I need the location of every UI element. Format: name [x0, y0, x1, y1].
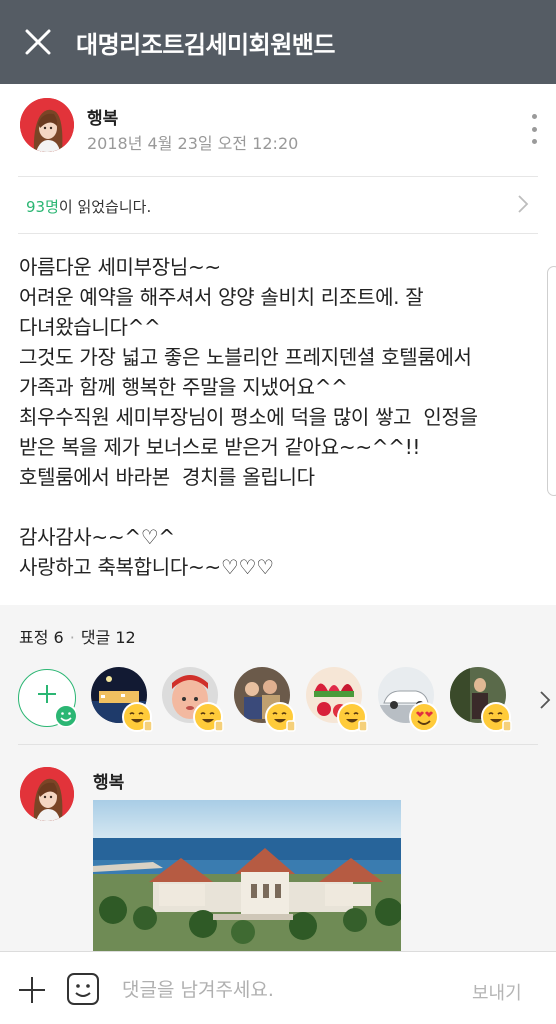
smile-thumbs-icon	[193, 702, 224, 732]
divider	[18, 233, 538, 234]
more-options-button[interactable]	[522, 114, 546, 144]
post-body-text: 아름다운 세미부장님~~ 어려운 예약을 해주셔서 양양 솔비치 리조트에. 잘…	[19, 255, 478, 579]
commenter-avatar[interactable]	[20, 767, 74, 821]
commenter-name[interactable]: 행복	[93, 768, 124, 793]
post-date: 2018년 4월 23일 오전 12:20	[87, 134, 299, 153]
more-dot	[531, 114, 537, 119]
reaction-stats: 표정 6 · 댓글 12	[19, 624, 136, 648]
readers-row[interactable]: 93명이 읽었습니다.	[0, 177, 556, 233]
top-header: 대명리조트김세미회원밴드	[0, 0, 556, 84]
smile-thumbs-icon	[337, 702, 368, 732]
band-title: 대명리조트김세미회원밴드	[76, 30, 335, 59]
send-button[interactable]: 보내기	[472, 979, 522, 1005]
close-icon	[25, 29, 51, 55]
heart-eyes-icon	[409, 702, 439, 732]
readers-suffix: 이 읽었습니다.	[58, 198, 152, 216]
author-name[interactable]: 행복	[87, 104, 118, 129]
post-detail-screen: 대명리조트김세미회원밴드 행복 2018년 4월 23일 오전 12:20 93…	[0, 0, 556, 1024]
chevron-right-icon[interactable]	[538, 689, 552, 711]
comment-input[interactable]	[122, 970, 452, 1010]
more-dot	[531, 126, 537, 132]
more-dot	[531, 139, 537, 144]
scroll-handle[interactable]	[547, 266, 556, 496]
smile-thumbs-icon	[122, 702, 153, 732]
readers-text: 93명이 읽었습니다.	[26, 196, 151, 217]
smile-thumbs-icon	[265, 702, 296, 732]
sticker-icon	[67, 973, 99, 1005]
add-reaction-icon	[38, 685, 76, 727]
stats-separator: ·	[69, 628, 75, 647]
chevron-right-icon	[518, 195, 529, 213]
close-button[interactable]	[0, 0, 76, 84]
attach-button[interactable]	[16, 974, 48, 1006]
plus-icon	[19, 977, 45, 1003]
smile-thumbs-icon	[481, 702, 512, 732]
reactor-list	[18, 665, 556, 732]
comment-photo[interactable]	[93, 800, 401, 951]
emotion-count[interactable]: 표정 6	[19, 628, 64, 647]
post-author-row: 행복 2018년 4월 23일 오전 12:20	[0, 84, 556, 176]
reactions-section: 표정 6 · 댓글 12 행복	[0, 605, 556, 951]
readers-count: 93명	[26, 198, 59, 216]
sticker-button[interactable]	[66, 972, 100, 1006]
author-avatar[interactable]	[20, 98, 74, 152]
comment-count[interactable]: 댓글 12	[81, 628, 136, 647]
comment-bar: 보내기	[0, 951, 556, 1024]
divider	[18, 744, 538, 745]
add-reaction-button[interactable]	[18, 669, 76, 727]
